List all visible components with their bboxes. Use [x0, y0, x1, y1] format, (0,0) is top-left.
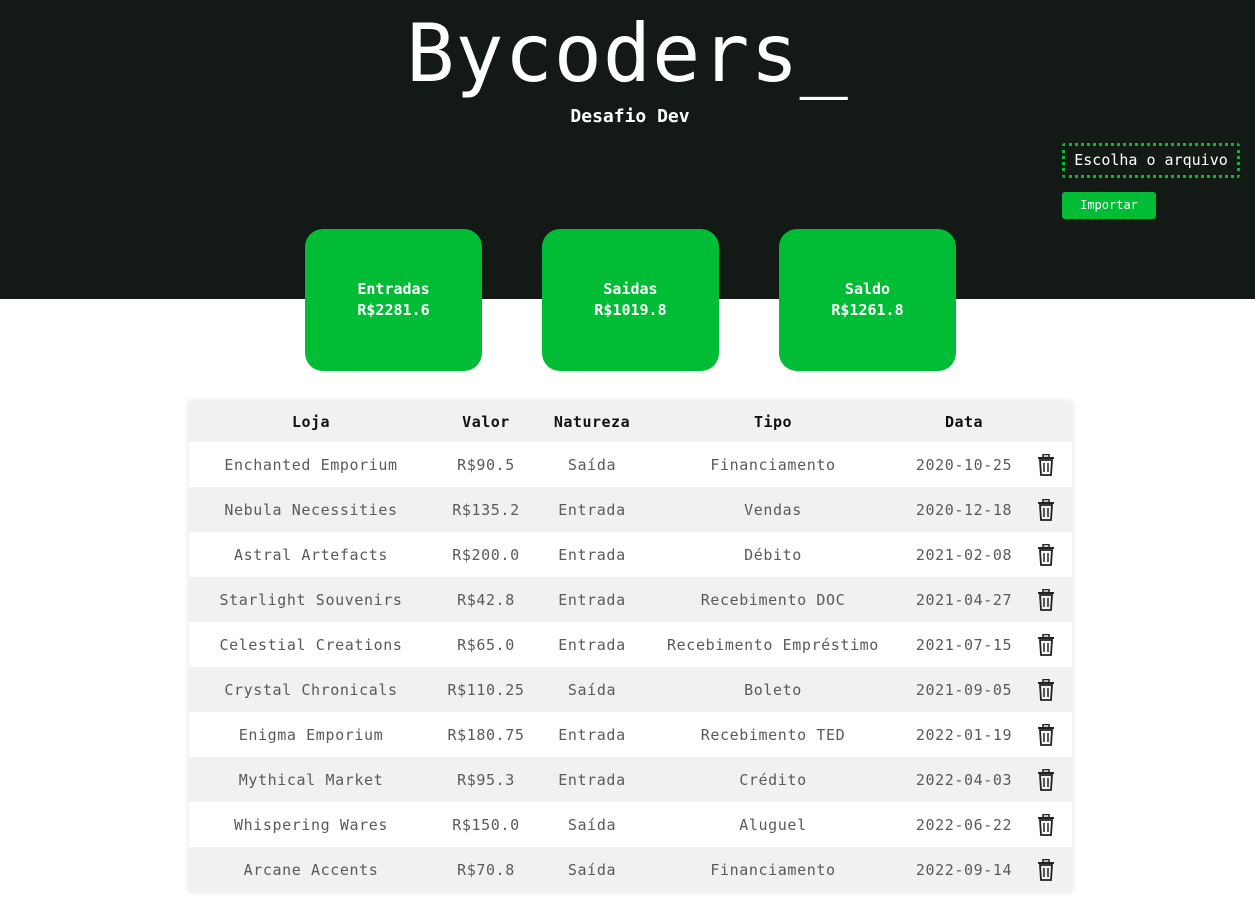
table-row: Nebula Necessities R$135.2 Entrada Vendas 20…	[189, 487, 1072, 532]
file-picker[interactable]: Escolha o arquivo	[1062, 143, 1240, 178]
cell-tipo: Débito	[744, 545, 802, 564]
trash-icon[interactable]	[1037, 453, 1055, 476]
cell-natureza: Saída	[567, 860, 617, 879]
cell-tipo: Crédito	[739, 770, 807, 789]
transactions-table: Loja Valor Natureza Tipo Data Enchanted …	[189, 401, 1072, 892]
cell-loja: Mythical Market	[238, 770, 384, 789]
table-row: Mythical Market R$95.3 Entrada Crédito 2022-…	[189, 757, 1072, 802]
cell-valor: R$135.2	[452, 500, 520, 519]
cell-tipo: Aluguel	[739, 815, 807, 834]
cell-valor: R$150.0	[452, 815, 520, 834]
cell-data: 2020-10-25	[915, 455, 1013, 474]
summary-value: R$2281.6	[357, 301, 430, 319]
cell-valor: R$110.25	[447, 680, 525, 699]
trash-icon[interactable]	[1037, 858, 1055, 881]
cell-valor: R$70.8	[457, 860, 515, 879]
cell-natureza: Saída	[567, 680, 617, 699]
cell-tipo: Recebimento DOC	[700, 590, 846, 609]
cell-valor: R$200.0	[452, 545, 520, 564]
cell-natureza: Saída	[567, 815, 617, 834]
cell-tipo: Financiamento	[710, 860, 836, 879]
cell-valor: R$95.3	[457, 770, 515, 789]
table-row: Celestial Creations R$65.0 Entrada Recebime…	[189, 622, 1072, 667]
table-header-row: Loja Valor Natureza Tipo Data	[189, 401, 1072, 442]
summary-value: R$1019.8	[594, 301, 667, 319]
trash-icon[interactable]	[1037, 723, 1055, 746]
summary-label: Entradas	[357, 280, 430, 298]
cell-tipo: Recebimento TED	[700, 725, 846, 744]
cell-natureza: Saída	[567, 455, 617, 474]
cell-natureza: Entrada	[558, 545, 626, 564]
cell-loja: Astral Artefacts	[233, 545, 389, 564]
trash-icon[interactable]	[1037, 498, 1055, 521]
cell-loja: Starlight Souvenirs	[219, 590, 403, 609]
cell-loja: Enchanted Emporium	[224, 455, 398, 474]
cell-natureza: Entrada	[558, 725, 626, 744]
cell-valor: R$180.75	[447, 725, 525, 744]
trash-icon[interactable]	[1037, 633, 1055, 656]
cell-loja: Nebula Necessities	[224, 500, 398, 519]
cell-valor: R$65.0	[457, 635, 515, 654]
table-body: Enchanted Emporium R$90.5 Saída Financiamen…	[189, 442, 1072, 892]
trash-icon[interactable]	[1037, 543, 1055, 566]
cell-data: 2022-09-14	[915, 860, 1013, 879]
trash-icon[interactable]	[1037, 768, 1055, 791]
cell-data: 2022-01-19	[915, 725, 1013, 744]
import-button[interactable]: Importar	[1062, 192, 1156, 219]
column-header-loja: Loja	[291, 412, 331, 431]
cell-natureza: Entrada	[558, 590, 626, 609]
table-row: Enchanted Emporium R$90.5 Saída Financiamen…	[189, 442, 1072, 487]
cell-data: 2020-12-18	[915, 500, 1013, 519]
cell-loja: Celestial Creations	[219, 635, 403, 654]
summary-card-saldo: Saldo R$1261.8	[779, 229, 956, 371]
cell-data: 2021-07-15	[915, 635, 1013, 654]
column-header-data: Data	[944, 412, 984, 431]
summary-label: Saidas	[603, 280, 658, 298]
summary-label: Saldo	[844, 280, 891, 298]
page-subtitle: Desafio Dev	[570, 106, 690, 127]
cell-natureza: Entrada	[558, 635, 626, 654]
cell-natureza: Entrada	[558, 500, 626, 519]
cell-loja: Enigma Emporium	[238, 725, 384, 744]
cell-valor: R$42.8	[457, 590, 515, 609]
table-row: Whispering Wares R$150.0 Saída Aluguel 2022-…	[189, 802, 1072, 847]
column-header-natureza: Natureza	[553, 412, 631, 431]
cell-valor: R$90.5	[457, 455, 515, 474]
cell-tipo: Recebimento Empréstimo	[667, 635, 879, 654]
column-header-valor: Valor	[462, 412, 510, 431]
cell-tipo: Vendas	[744, 500, 802, 519]
trash-icon[interactable]	[1037, 588, 1055, 611]
cell-loja: Whispering Wares	[233, 815, 389, 834]
cell-data: 2021-09-05	[915, 680, 1013, 699]
column-header-tipo: Tipo	[753, 412, 793, 431]
cell-data: 2022-06-22	[915, 815, 1013, 834]
cell-data: 2021-02-08	[915, 545, 1013, 564]
cell-loja: Arcane Accents	[243, 860, 379, 879]
trash-icon[interactable]	[1037, 678, 1055, 701]
cell-natureza: Entrada	[558, 770, 626, 789]
brand-title: Bycoders_	[406, 7, 849, 100]
summary-card-entradas: Entradas R$2281.6	[305, 229, 482, 371]
cell-tipo: Financiamento	[710, 455, 836, 474]
summary-card-saidas: Saidas R$1019.8	[542, 229, 719, 371]
trash-icon[interactable]	[1037, 813, 1055, 836]
table-row: Starlight Souvenirs R$42.8 Entrada Recebime…	[189, 577, 1072, 622]
cell-data: 2021-04-27	[915, 590, 1013, 609]
table-row: Crystal Chronicals R$110.25 Saída Boleto 202…	[189, 667, 1072, 712]
summary-value: R$1261.8	[831, 301, 904, 319]
cell-loja: Crystal Chronicals	[224, 680, 398, 699]
cell-tipo: Boleto	[744, 680, 802, 699]
table-row: Arcane Accents R$70.8 Saída Financiamento 20…	[189, 847, 1072, 892]
cell-data: 2022-04-03	[915, 770, 1013, 789]
table-row: Enigma Emporium R$180.75 Entrada Recebiment…	[189, 712, 1072, 757]
table-row: Astral Artefacts R$200.0 Entrada Débito 2021…	[189, 532, 1072, 577]
